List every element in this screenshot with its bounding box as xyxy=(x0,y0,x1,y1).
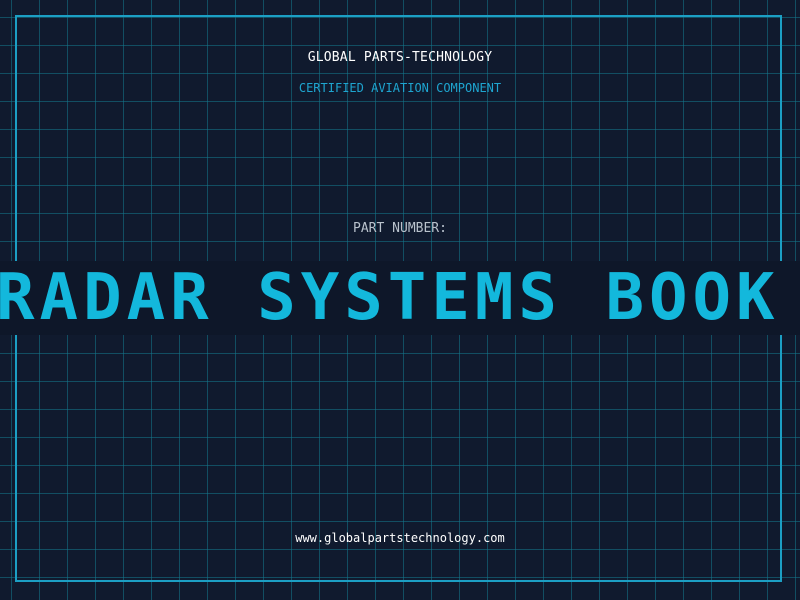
website-url: www.globalpartstechnology.com xyxy=(295,531,505,545)
part-number-label: PART NUMBER: xyxy=(353,221,447,236)
part-number-banner: RADAR SYSTEMS BOOK xyxy=(0,261,800,335)
company-name: GLOBAL PARTS-TECHNOLOGY xyxy=(307,50,493,65)
part-number-value: RADAR SYSTEMS BOOK xyxy=(0,261,780,335)
certificate-card: GLOBAL PARTS-TECHNOLOGY CERTIFIED AVIATI… xyxy=(0,0,800,600)
certification-tagline: CERTIFIED AVIATION COMPONENT xyxy=(298,81,502,95)
